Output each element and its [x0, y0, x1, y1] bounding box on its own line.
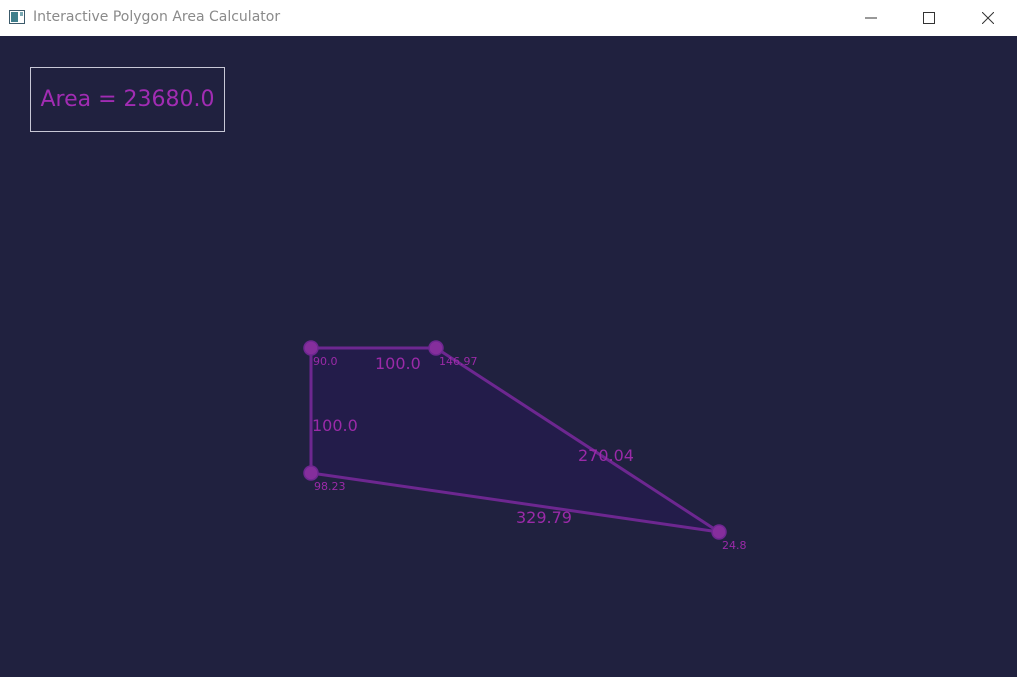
edge-length-label: 100.0	[312, 416, 358, 435]
vertex-handle[interactable]	[303, 340, 319, 356]
window-title: Interactive Polygon Area Calculator	[33, 9, 281, 25]
area-value: Area = 23680.0	[40, 87, 215, 112]
polygon-canvas[interactable]: 100.0 270.04 329.79 100.0 90.0 146.97 24…	[0, 36, 1017, 677]
edge-length-label: 270.04	[578, 446, 634, 465]
vertex-handle[interactable]	[428, 340, 444, 356]
title-bar[interactable]: Interactive Polygon Area Calculator	[0, 0, 1017, 36]
close-button[interactable]	[959, 0, 1017, 36]
polygon-shape	[309, 346, 721, 534]
vertex-angle-label: 24.8	[722, 539, 747, 552]
edge-length-label: 100.0	[375, 354, 421, 373]
app-window-icon	[9, 10, 25, 24]
app-window: Interactive Polygon Area Calculator 100.…	[0, 0, 1017, 677]
vertex-angle-label: 98.23	[314, 480, 346, 493]
vertex-angle-label: 90.0	[313, 355, 338, 368]
area-display: Area = 23680.0	[30, 67, 225, 132]
vertex-handle[interactable]	[303, 465, 319, 481]
vertex-handle[interactable]	[711, 524, 727, 540]
minimize-button[interactable]	[842, 0, 900, 36]
maximize-button[interactable]	[900, 0, 958, 36]
close-icon	[982, 12, 994, 24]
maximize-icon	[923, 12, 935, 24]
vertex-angle-label: 146.97	[439, 355, 478, 368]
minimize-icon	[865, 17, 877, 19]
edge-length-label: 329.79	[516, 508, 572, 527]
